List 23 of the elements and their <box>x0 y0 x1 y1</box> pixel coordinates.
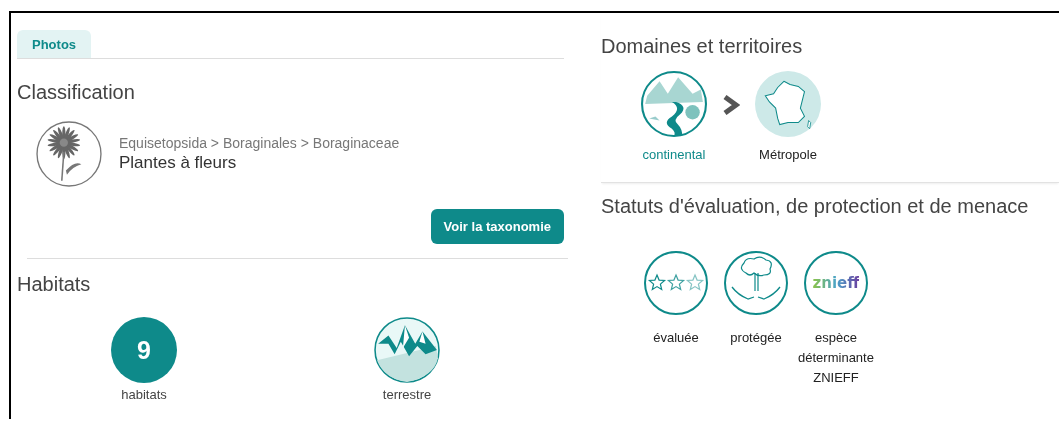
item-label: espèce déterminante ZNIEFF <box>797 329 875 387</box>
item-label: protégée <box>729 329 783 347</box>
item-label: terrestre <box>382 387 432 402</box>
section-title: Statuts d'évaluation, de protection et de menace <box>601 195 1030 218</box>
lineage: Equisetopsida > Boraginales > Boraginaceae <box>119 135 400 151</box>
flower-icon <box>36 121 102 187</box>
stars-icon <box>644 251 708 315</box>
item-label: continental <box>642 147 706 162</box>
landscape-icon <box>641 71 707 137</box>
map-icon <box>755 71 821 137</box>
item-label: habitats <box>121 387 167 402</box>
tab[interactable]: Photos <box>17 30 92 58</box>
section-title: Domaines et territoires <box>601 35 804 58</box>
section-title: Classification <box>17 81 136 104</box>
mountain-icon <box>374 317 440 383</box>
item-label: Métropole <box>759 147 817 162</box>
tree-hands-icon <box>724 251 788 315</box>
taxonomy-button[interactable]: Voir la taxonomie <box>430 209 564 244</box>
section-title: Habitats <box>17 273 92 296</box>
chevron-icon <box>722 95 740 115</box>
item-label: évaluée <box>652 329 700 347</box>
count-badge: 9 <box>111 317 177 383</box>
group-name: Plantes à fleurs <box>119 153 238 173</box>
